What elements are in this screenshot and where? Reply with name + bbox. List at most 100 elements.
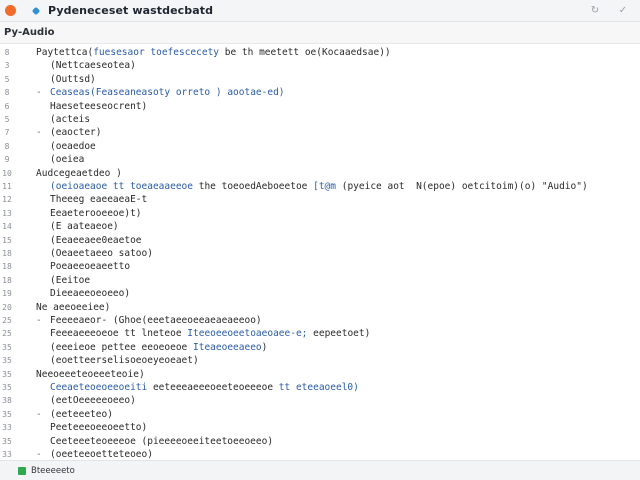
code-line[interactable]: 9 (oeiea	[0, 153, 640, 166]
code-token: fuesesaor toefescecety	[93, 47, 220, 58]
line-number: 20	[2, 302, 12, 312]
code-line[interactable]: 33 - (oeeteeoetteteoeo)	[0, 448, 640, 460]
code-line[interactable]: 25 Feeeaeeeoeoe tt lneteoe Iteeoeeoeetoae…	[0, 327, 640, 340]
code-token: Paytettca(	[36, 47, 94, 58]
code-token: (Oeaeetaeeo satoo)	[50, 248, 153, 259]
line-number: 35	[2, 409, 12, 419]
code-line[interactable]: 7 - (eaocter)	[0, 126, 640, 139]
code-token: Dieeaeeoeoeeo)	[50, 288, 131, 300]
code-token: Ceaseas(Feaseaneasoty orreto )	[50, 87, 222, 99]
code-line[interactable]: 8 - Ceaseas(Feaseaneasoty orreto ) aootae-…	[0, 86, 640, 99]
line-number: 8	[4, 88, 10, 98]
code-token: eeteeeaeeeoeeteoeeeoe	[147, 382, 274, 393]
code-line[interactable]: 18 (Oeaeetaeeo satoo)	[0, 247, 640, 260]
code-line[interactable]: 35 Neeoeeeteoeeeteoie)	[0, 368, 640, 381]
code-editor[interactable]: 8 Paytettca(fuesesaor toefescecety be th …	[0, 44, 640, 460]
code-line[interactable]: 33 Peeteeeoeeoeetto)	[0, 421, 640, 434]
line-number: 18	[2, 275, 12, 285]
code-line[interactable]: 35 (eeeieoe pettee eeoeoeoe Iteaeoeeaeeo)	[0, 341, 640, 354]
code-token: (oeiea	[50, 154, 85, 166]
code-line[interactable]: 8 Paytettca(fuesesaor toefescecety be th …	[0, 46, 640, 59]
tab-py-audio[interactable]: Py-Audio	[0, 22, 63, 43]
line-number: 25	[2, 329, 12, 339]
code-token: (oeioaeaoe tt toeaeaaeeoe	[50, 181, 193, 192]
fold-marker-icon[interactable]: -	[36, 408, 42, 421]
code-line[interactable]: 10 Audcegeaetdeo )	[0, 167, 640, 180]
code-token: (Outtsd)	[50, 73, 96, 85]
line-number: 6	[4, 101, 10, 111]
code-token: Theeeg eaeeaeaE-t	[50, 194, 148, 206]
code-line[interactable]: 5 (Outtsd)	[0, 73, 640, 86]
code-token: Feeeeaeor-	[50, 315, 108, 326]
line-number: 35	[2, 356, 12, 366]
line-number: 33	[2, 450, 12, 459]
line-number: 35	[2, 383, 12, 392]
code-text: Poeaeeoeaeetto	[50, 260, 130, 273]
refresh-icon[interactable]: ↻	[588, 5, 602, 16]
code-line[interactable]: 6 Haeseteeseocrent)	[0, 100, 640, 113]
code-token: eepeetoet)	[307, 328, 371, 340]
code-token: (Eeitoe	[50, 274, 91, 286]
line-number: 18	[2, 249, 12, 258]
code-token: (Nettcaeseotea)	[50, 60, 136, 72]
code-line[interactable]: 8 (oeaedoe	[0, 140, 640, 153]
code-text: (eeeieoe pettee eeoeoeoe Iteaeoeeaeeo)	[50, 341, 267, 354]
code-text: (Nettcaeseotea)	[50, 59, 136, 72]
code-text: Paytettca(fuesesaor toefescecety be th m…	[36, 46, 391, 59]
code-line[interactable]: 14 (E aateaeoe)	[0, 220, 640, 233]
code-line[interactable]: 19 Dieeaeeoeoeeo)	[0, 287, 640, 300]
code-token: Ceeteeeteoeeeoe	[50, 435, 136, 447]
code-token: Peeteeeoeeoeetto)	[50, 422, 148, 434]
code-text: (Eeaeeaee0eaetoe	[50, 234, 142, 247]
code-token: (eaocter)	[50, 127, 102, 139]
line-number: 7	[4, 128, 10, 138]
line-number: 35	[2, 369, 12, 379]
code-line[interactable]: 3 (Nettcaeseotea)	[0, 59, 640, 72]
fold-marker-icon[interactable]: -	[36, 448, 42, 460]
code-line[interactable]: 35 - (eeteeeteo)	[0, 408, 640, 421]
code-line[interactable]: 35 Ceeteeeteoeeeoe (pieeeeoeeiteetoeeoeeo…	[0, 435, 640, 448]
code-text: Peeteeeoeeoeetto)	[50, 421, 147, 434]
check-icon[interactable]: ✓	[616, 5, 630, 16]
code-text: (eetOeeeeeoeeo)	[50, 394, 136, 407]
window-title: Pydeneceset wastdecbatd	[48, 4, 214, 17]
code-text: (eeteeeteo)	[50, 408, 113, 421]
code-token: (eoetteerselisoeoeyeoeaet)	[50, 355, 199, 367]
code-token: Iteaeoeeaeeo	[187, 341, 262, 353]
line-number: 3	[4, 61, 10, 71]
code-text: Feeeaeeeoeoe tt lneteoe Iteeoeeoeetoaeoa…	[50, 327, 370, 340]
code-line[interactable]: 25 - Feeeeaeor- (Ghoe(eeetaeeoeeaeaeaeeoo)	[0, 314, 640, 327]
tab-bar: Py-Audio	[0, 22, 640, 44]
code-line[interactable]: 18 Poeaeeoeaeetto	[0, 260, 640, 273]
code-token: Poeaeeoeaeetto	[50, 261, 131, 273]
code-text: Ne aeeoeeiee)	[36, 301, 110, 314]
fold-marker-icon[interactable]: -	[36, 126, 42, 139]
code-line[interactable]: 13 Eeaeterooeeoe)t)	[0, 207, 640, 220]
line-number: 8	[4, 48, 10, 57]
code-text: (Oeaeetaeeo satoo)	[50, 247, 153, 260]
line-number: 13	[2, 208, 12, 218]
code-text: (oeeteeoetteteoeo)	[50, 448, 153, 460]
code-text: Feeeeaeor- (Ghoe(eeetaeeoeeaeaeaeeoo)	[50, 314, 262, 327]
code-line[interactable]: 11 (oeioaeaoe tt toeaeaaeeoe the toeoedAe…	[0, 180, 640, 193]
code-token: be th meetett oe(Kocaaedsae))	[219, 47, 391, 58]
code-line[interactable]: 20 Ne aeeoeeiee)	[0, 301, 640, 314]
code-text: Haeseteeseocrent)	[50, 100, 147, 113]
code-line[interactable]: 38 (eetOeeeeeoeeo)	[0, 394, 640, 407]
code-text: (Eeitoe	[50, 274, 90, 287]
code-line[interactable]: 18 (Eeitoe	[0, 274, 640, 287]
code-line[interactable]: 15 (Eeaeeaee0eaetoe	[0, 234, 640, 247]
code-token: (pyeice aot N(epoe) oetcitoim)(o)	[336, 181, 537, 192]
code-text: Dieeaeeoeoeeo)	[50, 287, 130, 300]
fold-marker-icon[interactable]: -	[36, 86, 42, 99]
code-line[interactable]: 35 Ceeaeteoeoeeoeiti eeteeeaeeeoeeteoeeeo…	[0, 381, 640, 394]
code-text: Audcegeaetdeo )	[36, 167, 122, 180]
line-number: 33	[2, 423, 12, 433]
code-token: (oeeteeoetteteoeo)	[50, 449, 153, 460]
fold-marker-icon[interactable]: -	[36, 314, 42, 327]
code-line[interactable]: 12 Theeeg eaeeaeaE-t	[0, 193, 640, 206]
line-number: 11	[2, 182, 12, 191]
code-line[interactable]: 35 (eoetteerselisoeoeyeoeaet)	[0, 354, 640, 367]
code-line[interactable]: 5 (acteis	[0, 113, 640, 126]
code-token: Ceeaeteoeoeeoeiti	[50, 382, 148, 393]
